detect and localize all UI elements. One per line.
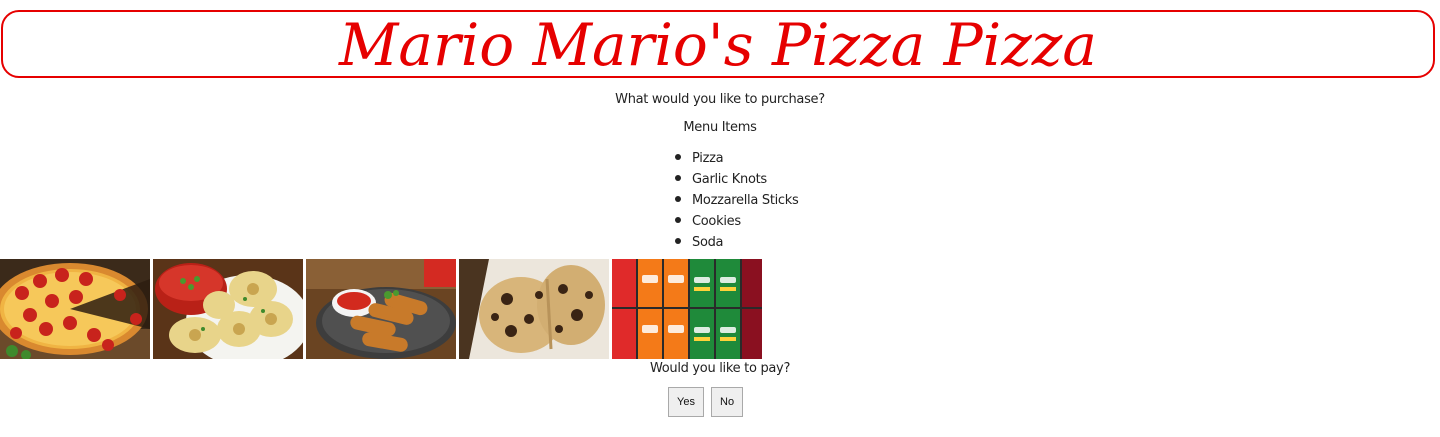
site-title: Mario Mario's Pizza Pizza [339,11,1097,79]
bullet-icon [675,154,681,160]
menu-list: Pizza Garlic Knots Mozzarella Sticks Coo… [675,148,799,253]
purchase-prompt: What would you like to purchase? [615,92,825,107]
food-gallery [0,259,762,359]
bullet-icon [675,196,681,202]
no-button[interactable]: No [711,387,744,417]
cookies-photo [459,259,609,359]
soda-photo [612,259,762,359]
payment-prompt: Would you like to pay? [649,361,791,376]
bullet-icon [675,238,681,244]
menu-item-label: Soda [692,235,724,250]
site-header: Mario Mario's Pizza Pizza [1,10,1435,78]
menu-item-soda: Soda [675,232,798,253]
payment-buttons: Yes No [668,387,745,417]
menu-item-garlic-knots: Garlic Knots [675,169,798,190]
garlic-knots-photo [153,259,303,359]
menu-item-label: Garlic Knots [692,172,767,187]
menu-item-label: Pizza [692,151,724,166]
pizza-photo [0,259,150,359]
menu-item-cookies: Cookies [675,211,798,232]
yes-button[interactable]: Yes [668,387,704,417]
menu-heading: Menu Items [683,120,757,135]
bullet-icon [675,175,681,181]
mozzarella-sticks-photo [306,259,456,359]
menu-item-pizza: Pizza [675,148,798,169]
menu-item-label: Cookies [692,214,741,229]
menu-item-mozzarella-sticks: Mozzarella Sticks [675,190,799,211]
menu-item-label: Mozzarella Sticks [692,193,799,208]
bullet-icon [675,217,681,223]
